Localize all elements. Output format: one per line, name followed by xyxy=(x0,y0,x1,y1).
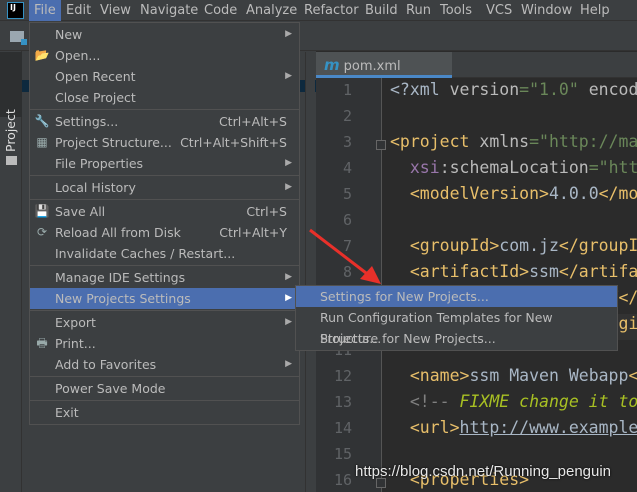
red-arrow-annotation xyxy=(309,228,381,284)
